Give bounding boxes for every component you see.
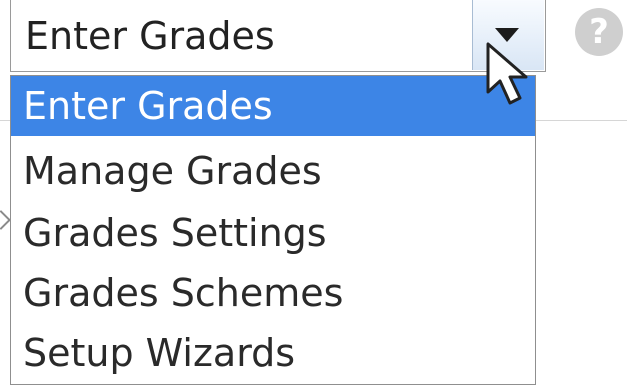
grades-select[interactable]: Enter Grades [10,0,546,72]
help-icon[interactable]: ? [575,8,623,56]
dropdown-option-enter-grades[interactable]: Enter Grades [11,76,535,136]
dropdown-option-manage-grades[interactable]: Manage Grades [11,140,535,202]
dropdown-option-setup-wizards[interactable]: Setup Wizards [11,322,535,384]
chevron-down-icon [495,28,519,42]
select-dropdown-button[interactable] [472,0,544,70]
select-value: Enter Grades [25,14,275,58]
page: Enter Grades ? Enter Grades Manage Grade… [0,0,627,385]
dropdown-option-grades-settings[interactable]: Grades Settings [11,202,535,264]
dropdown-list[interactable]: Enter Grades Manage Grades Grades Settin… [10,75,536,385]
dropdown-option-grades-schemes[interactable]: Grades Schemes [11,262,535,324]
